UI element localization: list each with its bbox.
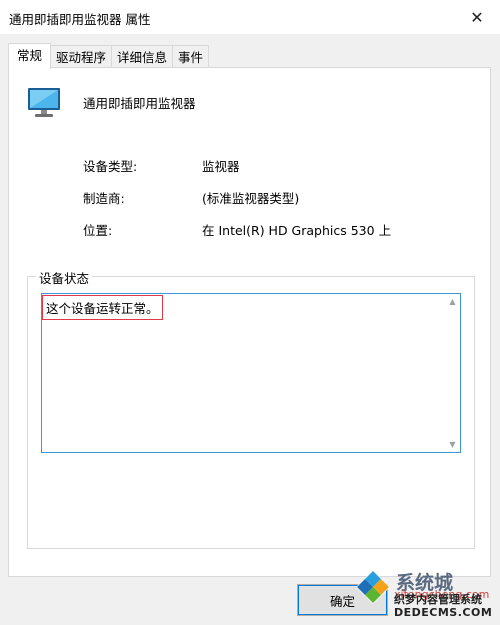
tab-strip: 常规 驱动程序 详细信息 事件 bbox=[8, 43, 210, 69]
title-bar: 通用即插即用监视器 属性 ✕ bbox=[0, 0, 500, 34]
device-status-group: 设备状态 这个设备运转正常。 ▲ ▼ bbox=[27, 268, 475, 549]
monitor-icon bbox=[28, 88, 60, 117]
location-label: 位置: bbox=[83, 223, 113, 238]
dialog-body: 常规 驱动程序 详细信息 事件 通用即插即用监视器 设备类型: 监视器 制造商:… bbox=[0, 34, 500, 625]
device-name: 通用即插即用监视器 bbox=[83, 96, 196, 111]
close-button[interactable]: ✕ bbox=[454, 0, 500, 34]
windows-logo-icon bbox=[356, 570, 390, 604]
watermark: 系统城 xitongcheng.com 织梦内容管理系统 DEDECMS.COM bbox=[352, 566, 500, 625]
device-type-label: 设备类型: bbox=[83, 159, 138, 174]
status-scrollbar[interactable]: ▲ ▼ bbox=[445, 294, 460, 452]
tab-details[interactable]: 详细信息 bbox=[111, 45, 174, 69]
device-status-textbox[interactable]: 这个设备运转正常。 ▲ ▼ bbox=[41, 293, 461, 453]
device-status-text: 这个设备运转正常。 bbox=[42, 295, 163, 320]
window-title: 通用即插即用监视器 属性 bbox=[9, 12, 151, 27]
watermark-line2: 织梦内容管理系统 bbox=[394, 593, 482, 606]
watermark-line3: DEDECMS.COM bbox=[394, 606, 493, 619]
manufacturer-label: 制造商: bbox=[83, 191, 125, 206]
manufacturer-value: (标准监视器类型) bbox=[202, 191, 300, 206]
general-panel: 通用即插即用监视器 设备类型: 监视器 制造商: (标准监视器类型) 位置: 在… bbox=[8, 67, 491, 577]
device-type-value: 监视器 bbox=[202, 159, 240, 174]
tab-driver[interactable]: 驱动程序 bbox=[50, 45, 113, 69]
scroll-down-icon[interactable]: ▼ bbox=[445, 437, 460, 452]
device-status-legend: 设备状态 bbox=[36, 268, 93, 287]
close-icon: ✕ bbox=[470, 7, 484, 27]
tab-general[interactable]: 常规 bbox=[8, 43, 52, 69]
tab-events[interactable]: 事件 bbox=[172, 45, 210, 69]
location-value: 在 Intel(R) HD Graphics 530 上 bbox=[202, 223, 392, 238]
scroll-up-icon[interactable]: ▲ bbox=[445, 294, 460, 309]
